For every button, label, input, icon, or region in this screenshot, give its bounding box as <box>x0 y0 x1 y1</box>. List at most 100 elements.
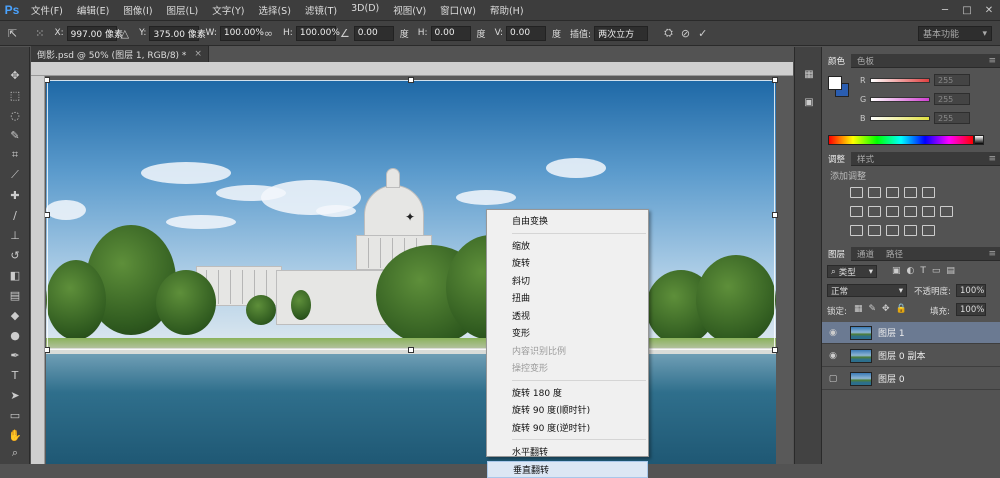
adjustment-icon[interactable] <box>850 206 863 217</box>
slider-track[interactable] <box>870 78 930 83</box>
layer-row[interactable]: ▢图层 0 <box>822 368 1000 390</box>
link-icon[interactable]: ∞ <box>264 27 273 40</box>
adjustment-icon[interactable] <box>904 206 917 217</box>
zoom-tool-icon[interactable]: ⌕ <box>5 445 25 461</box>
adjustment-icon[interactable] <box>850 225 863 236</box>
adjustment-icon[interactable] <box>940 206 953 217</box>
tab-styles[interactable]: 样式 <box>851 152 880 166</box>
eye-icon[interactable]: ▢ <box>826 374 840 384</box>
move-tool-icon[interactable]: ✥ <box>5 67 25 83</box>
gradient-tool-icon[interactable]: ▤ <box>5 287 25 303</box>
document-tab[interactable]: 倒影.psd @ 50% (图层 1, RGB/8) * × <box>31 46 209 62</box>
x-input[interactable]: 997.00 像素 <box>67 26 117 41</box>
path-select-tool-icon[interactable]: ➤ <box>5 387 25 403</box>
angle-input[interactable]: 0.00 <box>354 26 394 41</box>
dodge-tool-icon[interactable]: ● <box>5 327 25 343</box>
context-menu-item[interactable]: 缩放 <box>487 237 648 255</box>
panel-menu-icon[interactable]: ≡ <box>988 154 996 164</box>
eraser-tool-icon[interactable]: ◧ <box>5 267 25 283</box>
y-input[interactable]: 375.00 像素 <box>149 26 199 41</box>
adjustment-icon[interactable] <box>922 206 935 217</box>
transform-handle[interactable] <box>45 212 50 218</box>
transform-handle[interactable] <box>772 77 778 83</box>
h-input[interactable]: 100.00% <box>296 26 336 41</box>
menu-item[interactable]: 帮助(H) <box>483 3 531 17</box>
clone-stamp-tool-icon[interactable]: ⊥ <box>5 227 25 243</box>
close-button[interactable]: ✕ <box>978 0 1000 20</box>
commit-transform-icon[interactable]: ✓ <box>698 27 707 40</box>
blend-mode-select[interactable]: 正常 ▾ <box>827 284 907 297</box>
tab-color[interactable]: 颜色 <box>822 54 851 68</box>
transform-handle[interactable] <box>45 347 50 353</box>
workspace-select[interactable]: 基本功能 ▾ <box>918 26 992 41</box>
tab-paths[interactable]: 路径 <box>880 247 909 261</box>
quick-select-tool-icon[interactable]: ✎ <box>5 127 25 143</box>
transform-handle[interactable] <box>408 77 414 83</box>
slider-value[interactable]: 255 <box>934 93 970 105</box>
adjustment-icon[interactable] <box>868 225 881 236</box>
slider-track[interactable] <box>870 97 930 102</box>
color-slider-b[interactable]: B255 <box>860 112 1000 124</box>
tab-channels[interactable]: 通道 <box>851 247 880 261</box>
canvas-area[interactable]: ✦ <box>45 76 793 464</box>
eye-icon[interactable]: ◉ <box>826 328 840 338</box>
layer-filter-select[interactable]: ⌕ 类型 ▾ <box>827 265 877 278</box>
panel-menu-icon[interactable]: ≡ <box>988 56 996 66</box>
menu-item[interactable]: 文字(Y) <box>205 3 251 17</box>
history-brush-tool-icon[interactable]: ↺ <box>5 247 25 263</box>
adjustment-icon[interactable] <box>922 225 935 236</box>
tab-adjustments[interactable]: 调整 <box>822 152 851 166</box>
layer-row[interactable]: ◉图层 1 <box>822 322 1000 344</box>
marquee-tool-icon[interactable]: ⬚ <box>5 87 25 103</box>
cancel-transform-icon[interactable]: ⊘ <box>681 27 690 40</box>
transform-handle[interactable] <box>772 212 778 218</box>
maximize-button[interactable]: □ <box>956 0 978 20</box>
crop-tool-icon[interactable]: ⌗ <box>5 147 25 163</box>
eyedropper-tool-icon[interactable]: ⟋ <box>5 167 25 183</box>
shape-tool-icon[interactable]: ▭ <box>5 407 25 423</box>
context-menu-item[interactable]: 扭曲 <box>487 289 648 307</box>
interpolation-select[interactable]: 两次立方 <box>594 26 648 41</box>
healing-brush-tool-icon[interactable]: ✚ <box>5 187 25 203</box>
context-menu-item[interactable]: 斜切 <box>487 272 648 290</box>
menu-item[interactable]: 3D(D) <box>344 3 386 17</box>
lasso-tool-icon[interactable]: ◌ <box>5 107 25 123</box>
context-menu-item[interactable]: 旋转 <box>487 254 648 272</box>
close-document-icon[interactable]: × <box>194 49 202 59</box>
adjustment-icon[interactable] <box>922 187 935 198</box>
adjustment-icon[interactable] <box>868 206 881 217</box>
menu-item[interactable]: 窗口(W) <box>433 3 483 17</box>
tab-layers[interactable]: 图层 <box>822 247 851 261</box>
adjustment-icon[interactable] <box>850 187 863 198</box>
menu-item[interactable]: 选择(S) <box>251 3 297 17</box>
hand-tool-icon[interactable]: ✋ <box>5 427 25 443</box>
type-tool-icon[interactable]: T <box>5 367 25 383</box>
adjustment-icon[interactable] <box>904 225 917 236</box>
context-menu-item[interactable]: 透视 <box>487 307 648 325</box>
color-slider-g[interactable]: G255 <box>860 93 1000 105</box>
pen-tool-icon[interactable]: ✒ <box>5 347 25 363</box>
fill-input[interactable]: 100% <box>956 303 986 316</box>
slider-track[interactable] <box>870 116 930 121</box>
color-slider-r[interactable]: R255 <box>860 74 1000 86</box>
color-spectrum[interactable] <box>828 135 974 145</box>
context-menu-item[interactable]: 旋转 180 度 <box>487 384 648 402</box>
minimize-button[interactable]: ─ <box>934 0 956 20</box>
transform-handle[interactable] <box>45 77 50 83</box>
context-menu-item[interactable]: 自由变换 <box>487 212 648 230</box>
vskew-input[interactable]: 0.00 <box>506 26 546 41</box>
eye-icon[interactable]: ◉ <box>826 351 840 361</box>
opacity-input[interactable]: 100% <box>956 284 986 297</box>
menu-item[interactable]: 视图(V) <box>386 3 433 17</box>
brush-tool-icon[interactable]: ∕ <box>5 207 25 223</box>
menu-item[interactable]: 编辑(E) <box>70 3 116 17</box>
transform-handle[interactable] <box>772 347 778 353</box>
menu-item[interactable]: 图层(L) <box>160 3 206 17</box>
delta-icon[interactable]: △ <box>121 27 129 40</box>
w-input[interactable]: 100.00% <box>220 26 260 41</box>
reference-point-icon[interactable]: ⁙ <box>35 27 44 40</box>
context-menu-item[interactable]: 旋转 90 度(顺时针) <box>487 401 648 419</box>
adjustment-icon[interactable] <box>886 225 899 236</box>
context-menu-item[interactable]: 变形 <box>487 324 648 342</box>
tab-swatches[interactable]: 色板 <box>851 54 880 68</box>
